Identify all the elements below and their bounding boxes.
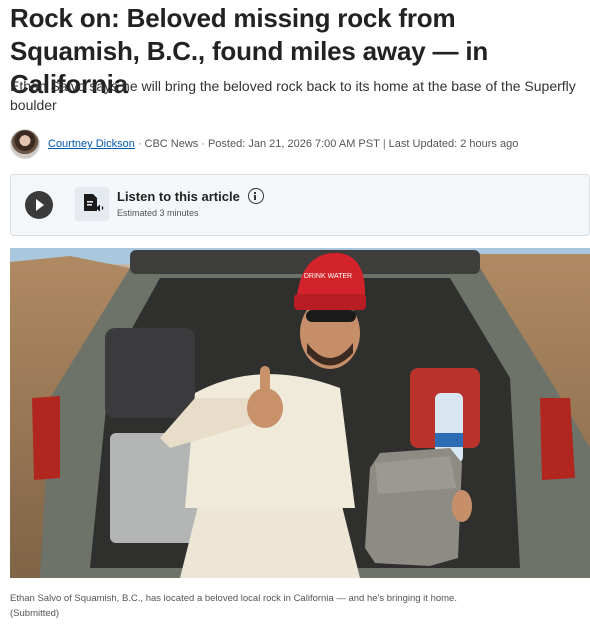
byline-separator: | (382, 138, 386, 150)
byline-separator: · (137, 138, 142, 150)
listen-estimate: Estimated 3 minutes (117, 208, 199, 218)
photo-caption: Ethan Salvo of Squamish, B.C., has locat… (10, 591, 588, 621)
author-link[interactable]: Courtney Dickson (48, 138, 135, 150)
info-icon[interactable] (247, 188, 264, 204)
audio-article-icon (75, 187, 109, 221)
article-photo: DRINK WATER (10, 248, 590, 578)
hat-logo-text: DRINK WATER (304, 273, 352, 280)
listen-title-text: Listen to this article (117, 188, 240, 204)
play-button[interactable] (25, 191, 53, 219)
byline: Courtney Dickson · CBC News · Posted: Ja… (10, 129, 518, 159)
byline-posted: Posted: Jan 21, 2026 7:00 AM PST (207, 138, 380, 150)
caption-text: Ethan Salvo of Squamish, B.C., has locat… (10, 593, 457, 604)
byline-updated: Last Updated: 2 hours ago (388, 138, 519, 150)
caption-credit: (Submitted) (10, 608, 60, 619)
author-avatar (10, 129, 40, 159)
article-deck: Ethan Salvo says he will bring the belov… (10, 78, 576, 113)
listen-to-article-panel: Listen to this article Estimated 3 minut… (10, 174, 590, 236)
byline-outlet: CBC News (144, 138, 199, 150)
listen-title: Listen to this article (117, 188, 264, 204)
article-photo-illustration: DRINK WATER (10, 248, 590, 578)
byline-separator: · (201, 138, 205, 150)
